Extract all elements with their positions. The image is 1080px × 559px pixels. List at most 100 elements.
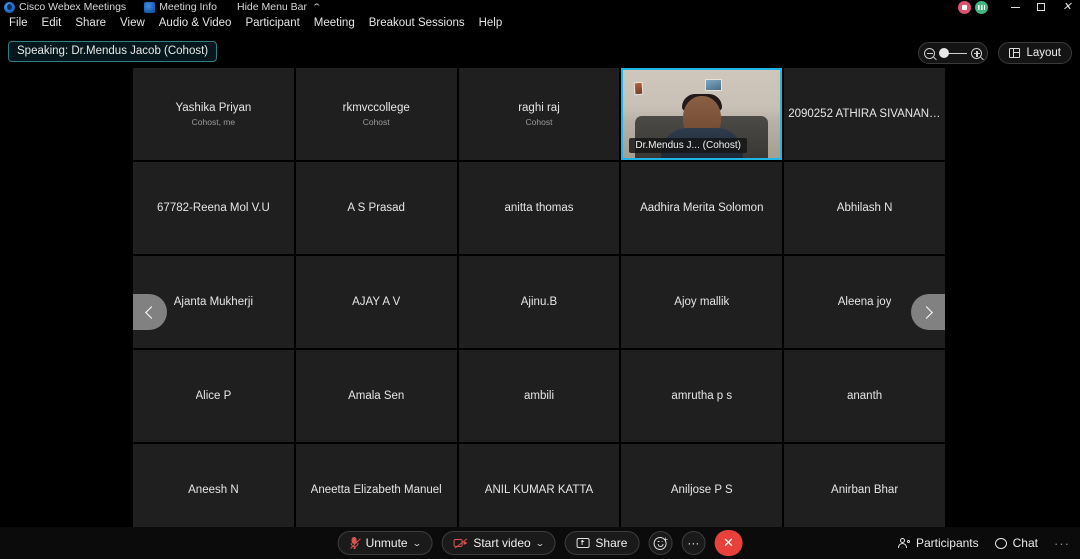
video-stage: Speaking: Dr.Mendus Jacob (Cohost) Layou… <box>0 32 1080 536</box>
participant-tile[interactable]: Aneesh N <box>133 444 294 536</box>
more-options-button[interactable]: ··· <box>681 531 706 555</box>
zoom-slider[interactable] <box>918 42 988 64</box>
active-speaker-name: Dr.Mendus J... (Cohost) <box>629 138 747 153</box>
active-speaker-tile[interactable]: Dr.Mendus J... (Cohost) <box>621 68 783 160</box>
app-title-label: Cisco Webex Meetings <box>19 1 127 13</box>
wall-picture-icon <box>633 81 644 96</box>
participant-tile[interactable]: anitta thomas <box>458 162 620 254</box>
participant-name: Aadhira Merita Solomon <box>640 202 764 214</box>
zoom-out-icon[interactable] <box>924 47 935 59</box>
participant-tile[interactable]: Aneetta Elizabeth Manuel <box>295 444 457 536</box>
participant-name: Anirban Bhar <box>831 484 899 496</box>
minimize-button[interactable] <box>1002 0 1028 14</box>
hide-menu-bar-button[interactable]: Hide Menu Bar ⌃ <box>236 1 322 13</box>
unmute-button[interactable]: Unmute ⌄ <box>337 531 433 555</box>
participant-tile[interactable]: A S Prasad <box>295 162 457 254</box>
participant-tile[interactable]: Amala Sen <box>295 350 457 442</box>
participant-tile[interactable]: AJAY A V <box>295 256 457 348</box>
camera-off-icon <box>453 538 468 549</box>
maximize-button[interactable] <box>1028 0 1054 14</box>
start-video-button[interactable]: Start video ⌄ <box>441 531 556 555</box>
participant-tile[interactable]: ANIL KUMAR KATTA <box>458 444 620 536</box>
participants-button[interactable]: Participants <box>898 536 979 550</box>
participant-name: Yashika Priyan <box>175 101 252 114</box>
network-indicator-icon[interactable] <box>975 0 988 14</box>
participant-tile[interactable]: raghi raj Cohost <box>458 68 620 160</box>
window-controls: ✕ <box>958 0 1080 14</box>
primary-controls: Unmute ⌄ Start video ⌄ Share + ··· ✕ <box>337 530 743 556</box>
participant-name: Ajanta Mukherji <box>173 296 254 308</box>
participant-tile[interactable]: Yashika Priyan Cohost, me <box>133 68 294 160</box>
participant-tile[interactable]: Ajoy mallik <box>621 256 783 348</box>
participant-name: raghi raj <box>518 101 560 114</box>
participant-tile[interactable]: ananth <box>784 350 945 442</box>
participant-name: rkmvccollege <box>342 101 410 114</box>
chevron-down-icon[interactable]: ⌄ <box>535 539 545 548</box>
menu-edit[interactable]: Edit <box>35 17 69 29</box>
webex-logo-icon <box>4 1 15 13</box>
participant-tile[interactable]: amrutha p s <box>621 350 783 442</box>
participant-name: Aniljose P S <box>670 484 733 496</box>
info-icon <box>144 1 156 13</box>
zoom-thumb[interactable] <box>939 48 949 58</box>
meeting-info-label: Meeting Info <box>159 1 217 13</box>
participant-name: 67782-Reena Mol V.U <box>157 202 270 214</box>
chat-label: Chat <box>1012 536 1038 550</box>
chevron-right-icon <box>920 305 933 319</box>
participant-name: Abhilash N <box>836 202 893 214</box>
menu-file[interactable]: File <box>2 17 35 29</box>
meeting-info-button[interactable]: Meeting Info <box>144 1 217 13</box>
participant-tile[interactable]: Abhilash N <box>784 162 945 254</box>
participant-tile[interactable]: 2090252 ATHIRA SIVANANDH... <box>784 68 945 160</box>
participants-label: Participants <box>915 536 979 550</box>
reactions-button[interactable]: + <box>648 531 673 555</box>
participant-name: Alice P <box>195 390 232 402</box>
participant-name: Amala Sen <box>348 390 405 402</box>
participant-name: A S Prasad <box>347 202 405 214</box>
participant-name: ambili <box>523 390 555 402</box>
title-bar: Cisco Webex Meetings Meeting Info Hide M… <box>0 0 1080 14</box>
participant-name: Ajoy mallik <box>674 296 730 308</box>
share-label: Share <box>595 536 628 550</box>
participant-name: Aneesh N <box>188 484 239 496</box>
participant-tile[interactable]: Ajinu.B <box>458 256 620 348</box>
menu-help[interactable]: Help <box>472 17 510 29</box>
participant-tile[interactable]: Alice P <box>133 350 294 442</box>
participant-role: Cohost <box>362 116 390 127</box>
webex-meeting-window: Cisco Webex Meetings Meeting Info Hide M… <box>0 0 1080 559</box>
menu-audio-video[interactable]: Audio & Video <box>152 17 239 29</box>
panel-more-button[interactable]: ··· <box>1054 536 1070 551</box>
close-button[interactable]: ✕ <box>1054 0 1080 14</box>
leave-meeting-button[interactable]: ✕ <box>714 530 743 556</box>
layout-button-label: Layout <box>1026 47 1061 59</box>
recording-indicator-icon[interactable] <box>958 0 971 14</box>
participant-tile[interactable]: Aniljose P S <box>621 444 783 536</box>
layout-button[interactable]: Layout <box>998 42 1072 64</box>
participant-tile[interactable]: rkmvccollege Cohost <box>295 68 457 160</box>
menu-participant[interactable]: Participant <box>238 17 306 29</box>
chat-button[interactable]: Chat <box>994 536 1038 550</box>
share-button[interactable]: Share <box>564 531 640 555</box>
meeting-controls-bar: Unmute ⌄ Start video ⌄ Share + ··· ✕ Par… <box>0 527 1080 559</box>
participant-tile[interactable]: ambili <box>458 350 620 442</box>
participant-grid: Yashika Priyan Cohost, me rkmvccollege C… <box>133 68 945 536</box>
zoom-in-icon[interactable] <box>971 47 982 59</box>
menu-share[interactable]: Share <box>68 17 113 29</box>
zoom-track[interactable] <box>939 47 967 59</box>
menu-bar: File Edit Share View Audio & Video Parti… <box>0 14 1080 32</box>
participant-tile[interactable]: Anirban Bhar <box>784 444 945 536</box>
participant-name: anitta thomas <box>504 202 574 214</box>
participant-name: AJAY A V <box>352 296 401 308</box>
microphone-muted-icon <box>350 536 361 550</box>
chevron-down-icon[interactable]: ⌄ <box>412 539 422 548</box>
participant-tile[interactable]: Aadhira Merita Solomon <box>621 162 783 254</box>
chevron-left-icon <box>145 305 158 319</box>
menu-breakout-sessions[interactable]: Breakout Sessions <box>362 17 472 29</box>
reaction-smiley-icon: + <box>653 535 668 550</box>
hide-menu-bar-label: Hide Menu Bar <box>236 1 308 13</box>
next-page-button[interactable] <box>911 294 945 330</box>
menu-view[interactable]: View <box>113 17 152 29</box>
participant-tile[interactable]: 67782-Reena Mol V.U <box>133 162 294 254</box>
participant-role: Cohost, me <box>191 116 236 127</box>
menu-meeting[interactable]: Meeting <box>307 17 362 29</box>
